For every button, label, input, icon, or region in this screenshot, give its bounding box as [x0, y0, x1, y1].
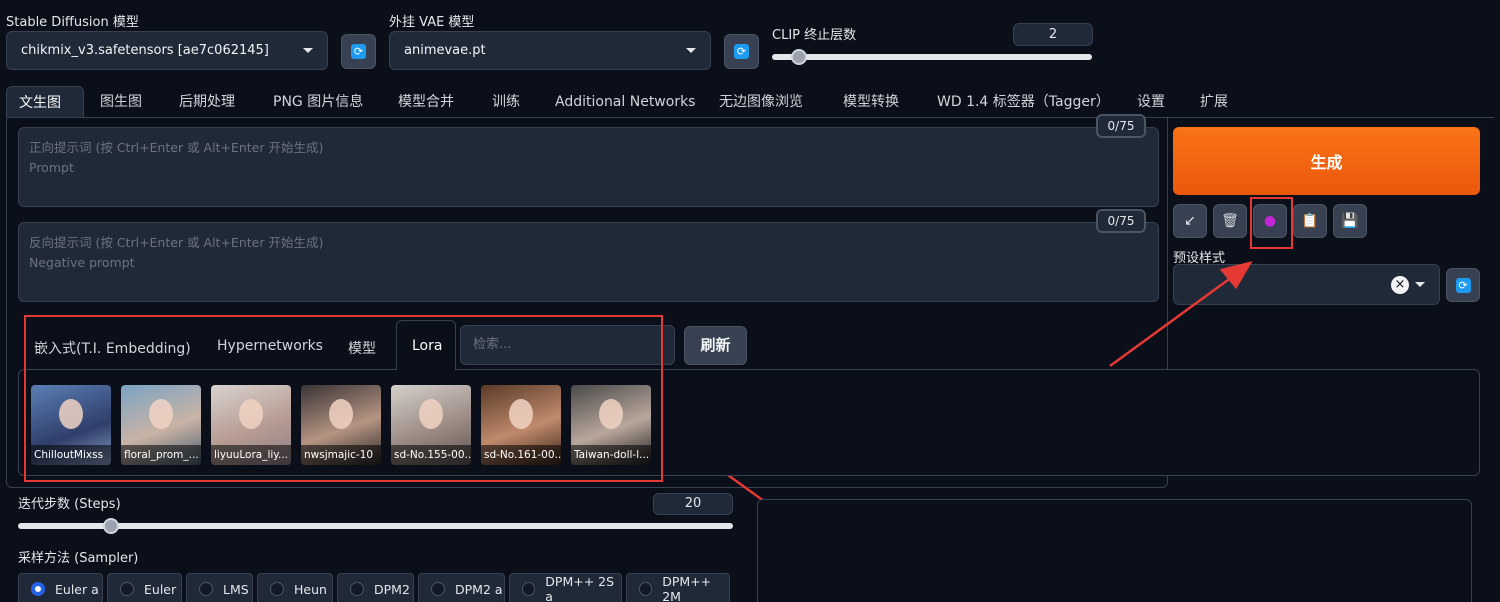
- sampler-option[interactable]: Heun: [257, 573, 333, 602]
- sampler-option-label: Euler: [144, 581, 177, 597]
- output-gallery-panel: [757, 499, 1472, 602]
- steps-number-input[interactable]: 20: [653, 493, 733, 515]
- sampler-option[interactable]: DPM2 a: [418, 573, 505, 602]
- sampler-option[interactable]: Euler a: [18, 573, 103, 602]
- sampler-option-label: DPM2: [374, 581, 410, 597]
- radio-icon: [350, 582, 364, 596]
- arrow-head-up: [1219, 261, 1253, 290]
- sampler-option[interactable]: DPM++ 2S a: [509, 573, 622, 602]
- steps-slider-thumb[interactable]: [102, 518, 119, 534]
- sampler-option-label: LMS: [223, 581, 249, 597]
- sampler-option-label: DPM2 a: [455, 581, 503, 597]
- radio-icon: [120, 582, 134, 596]
- sampler-option-label: DPM++ 2M: [662, 574, 712, 602]
- highlight-box-networks: [24, 315, 663, 482]
- radio-icon: [639, 582, 653, 596]
- sampler-option-label: Heun: [294, 581, 327, 597]
- radio-icon: [31, 582, 45, 596]
- radio-icon: [522, 582, 536, 596]
- sampler-option[interactable]: Euler: [107, 573, 182, 602]
- sampler-option[interactable]: DPM++ 2M: [626, 573, 730, 602]
- sampler-label: 采样方法 (Sampler): [18, 551, 139, 566]
- radio-icon: [199, 582, 213, 596]
- steps-slider-track[interactable]: [18, 523, 733, 529]
- steps-label: 迭代步数 (Steps): [18, 497, 121, 512]
- sampler-option[interactable]: DPM2: [337, 573, 414, 602]
- arrow-line-up: [1109, 275, 1233, 368]
- sampler-option[interactable]: LMS: [186, 573, 253, 602]
- sampler-option-label: DPM++ 2S a: [545, 574, 615, 602]
- refresh-networks-button[interactable]: 刷新: [684, 326, 747, 365]
- sampler-option-label: Euler a: [55, 581, 99, 597]
- radio-icon: [270, 582, 284, 596]
- radio-icon: [431, 582, 445, 596]
